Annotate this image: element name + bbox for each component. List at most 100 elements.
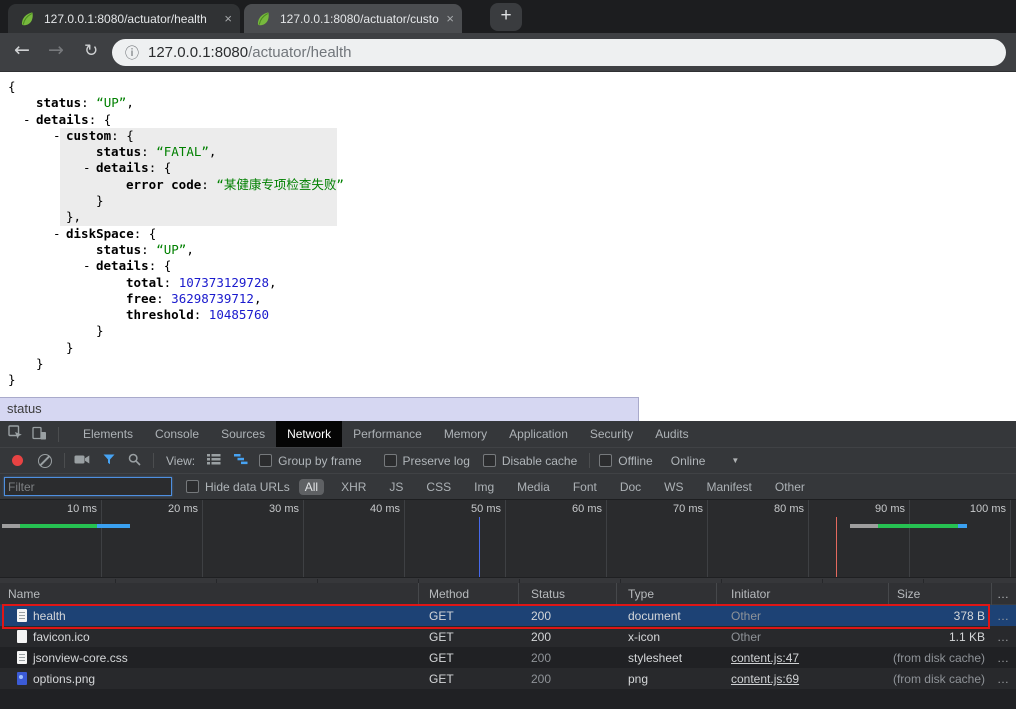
json-value: “UP” [156,242,186,257]
timeline-gridline [303,500,304,577]
tab-close-icon[interactable]: × [224,11,232,26]
offline-checkbox[interactable] [599,454,612,467]
tab-close-icon[interactable]: × [446,11,454,26]
json-key: threshold [126,307,194,322]
devtools-tab-console[interactable]: Console [144,421,210,447]
collapse-toggle-icon[interactable]: - [53,226,66,242]
filter-pill-media[interactable]: Media [511,479,556,495]
json-line: { [0,79,1016,95]
devtools-tab-performance[interactable]: Performance [342,421,433,447]
devtools-tab-network[interactable]: Network [276,421,342,447]
capture-screenshots-icon[interactable] [74,454,90,468]
timeline-tick-label: 20 ms [132,503,198,515]
tab-title: 127.0.0.1:8080/actuator/custo [280,12,440,26]
request-size: (from disk cache) [893,672,985,686]
hide-data-urls-checkbox[interactable] [186,480,199,493]
column-separator [518,583,519,605]
timeline-gridline [707,500,708,577]
filter-pill-js[interactable]: JS [383,479,409,495]
request-bar-segment [878,524,959,528]
back-icon[interactable]: ← [14,39,30,61]
json-line: -details: { [0,160,1016,176]
devtools-tab-audits[interactable]: Audits [644,421,699,447]
disable-cache-checkbox[interactable] [483,454,496,467]
chevron-down-icon[interactable]: ▼ [731,456,739,465]
browser-tab-health[interactable]: 127.0.0.1:8080/actuator/health × [8,4,240,33]
initiator-link[interactable]: content.js:69 [731,672,799,686]
offline-label[interactable]: Offline [618,454,652,468]
json-value: { [164,258,172,273]
json-value: “某健康专项检查失败” [216,177,344,192]
filter-pill-other[interactable]: Other [769,479,811,495]
column-header-method[interactable]: Method [429,587,469,601]
load-marker-line [836,517,837,577]
column-header-size[interactable]: Size [897,587,920,601]
waterfall-overview-icon[interactable] [234,453,248,468]
request-type: x-icon [628,630,660,644]
filter-pill-img[interactable]: Img [468,479,500,495]
column-separator [888,583,889,605]
filter-pill-font[interactable]: Font [567,479,603,495]
reload-icon[interactable]: ↻ [84,41,98,61]
browser-tab-custom[interactable]: 127.0.0.1:8080/actuator/custo × [244,4,462,33]
device-toolbar-icon[interactable] [32,426,47,443]
column-header-status[interactable]: Status [531,587,565,601]
address-bar[interactable]: ⓘ 127.0.0.1:8080/actuator/health [112,39,1006,66]
column-header-initiator[interactable]: Initiator [731,587,770,601]
collapse-toggle-icon[interactable]: - [53,128,66,144]
request-bar-segment [958,524,966,528]
list-view-icon[interactable] [207,453,221,468]
initiator-link[interactable]: content.js:47 [731,651,799,665]
json-value: } [36,356,44,371]
filter-pill-manifest[interactable]: Manifest [701,479,758,495]
devtools-tab-sources[interactable]: Sources [210,421,276,447]
request-bar-segment [2,524,20,528]
group-by-frame-checkbox[interactable] [259,454,272,467]
devtools-tab-memory[interactable]: Memory [433,421,498,447]
filter-pill-all[interactable]: All [299,479,324,495]
filter-input[interactable] [4,477,172,496]
clear-icon[interactable] [38,454,52,468]
json-tree: {status: “UP”,-details: {-custom: {statu… [0,79,1016,389]
filter-pill-xhr[interactable]: XHR [335,479,372,495]
hide-data-urls-label[interactable]: Hide data URLs [205,480,290,494]
group-by-frame-label[interactable]: Group by frame [278,454,361,468]
collapse-toggle-icon[interactable]: - [23,112,36,128]
filter-pill-doc[interactable]: Doc [614,479,647,495]
timeline-gridline [404,500,405,577]
devtools-tab-elements[interactable]: Elements [72,421,144,447]
network-row-favicon-ico[interactable]: favicon.icoGET200x-iconOther1.1 KB… [0,626,1016,647]
preserve-log-label[interactable]: Preserve log [403,454,470,468]
json-value: 107373129728 [179,275,269,290]
collapse-toggle-icon[interactable]: - [83,258,96,274]
record-network-log-icon[interactable] [12,455,23,466]
view-label: View: [166,454,195,468]
filter-pill-ws[interactable]: WS [658,479,689,495]
filter-funnel-icon[interactable] [103,454,115,468]
column-header-name[interactable]: Name [8,587,40,601]
column-header-more[interactable]: … [997,587,1009,601]
search-icon[interactable] [128,453,141,469]
json-value: } [66,209,74,224]
preserve-log-checkbox[interactable] [384,454,397,467]
request-size: 1.1 KB [949,630,985,644]
json-key: custom [66,128,111,143]
network-row-options-png[interactable]: options.pngGET200pngcontent.js:69(from d… [0,668,1016,689]
divider [58,427,59,442]
new-tab-button[interactable]: + [490,3,522,31]
json-line: free: 36298739712, [0,291,1016,307]
devtools-tab-application[interactable]: Application [498,421,579,447]
network-overview-timeline[interactable]: 10 ms20 ms30 ms40 ms50 ms60 ms70 ms80 ms… [0,499,1016,583]
column-header-type[interactable]: Type [628,587,654,601]
inspect-element-icon[interactable] [8,425,23,443]
page-info-icon[interactable]: ⓘ [125,43,139,63]
collapse-toggle-icon[interactable]: - [83,160,96,176]
tab-title: 127.0.0.1:8080/actuator/health [44,12,218,26]
filter-pill-css[interactable]: CSS [420,479,457,495]
throttling-select[interactable]: Online [671,454,706,468]
disable-cache-label[interactable]: Disable cache [502,454,577,468]
devtools-tab-security[interactable]: Security [579,421,644,447]
json-colon: : [149,258,164,273]
request-name: options.png [33,672,95,686]
network-row-jsonview-core-css[interactable]: jsonview-core.cssGET200stylesheetcontent… [0,647,1016,668]
